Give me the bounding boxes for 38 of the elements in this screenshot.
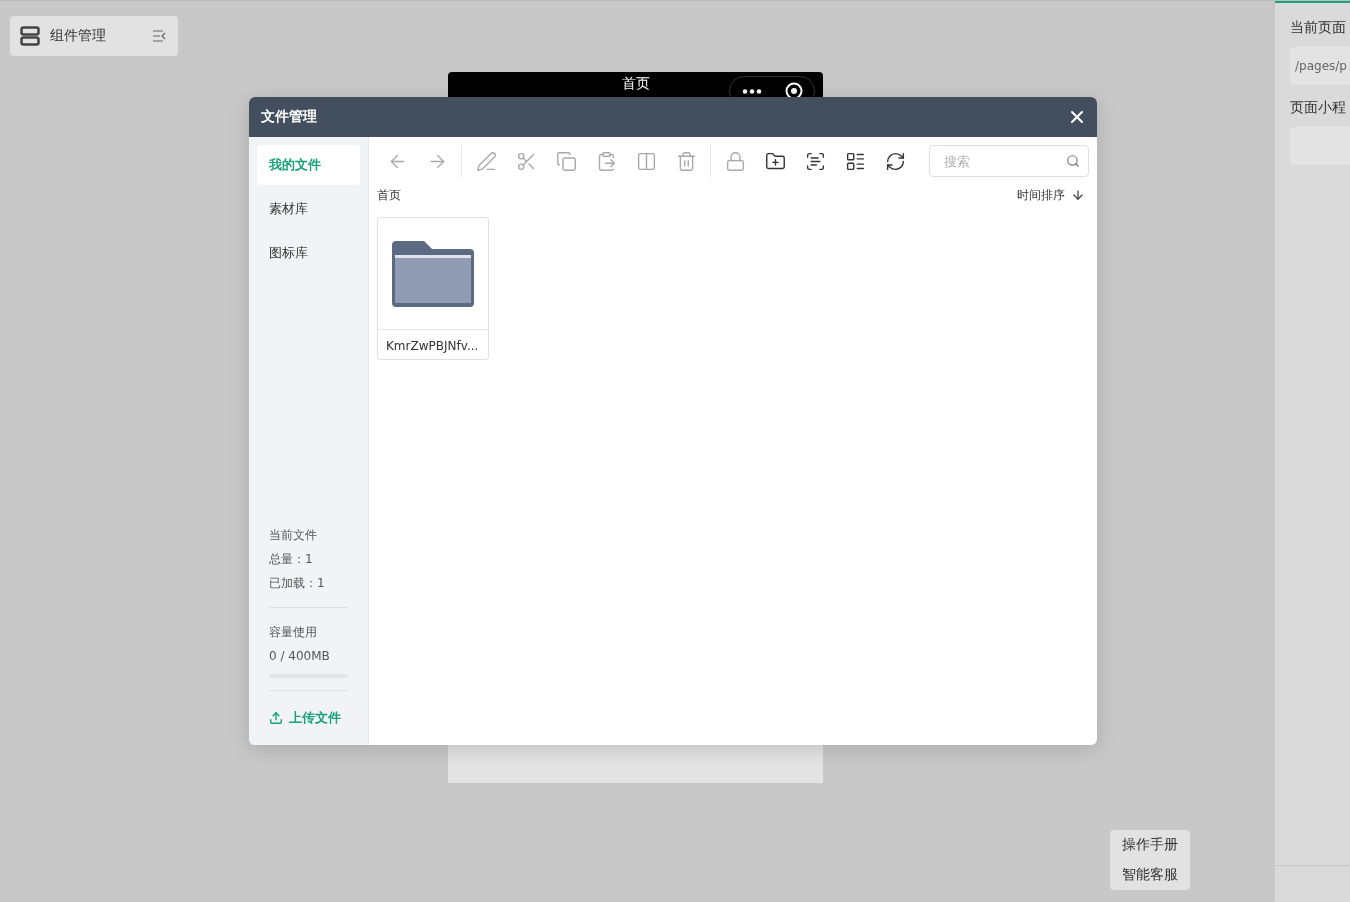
cut-icon [515,150,537,172]
lock-icon [724,150,746,172]
search-icon [1066,154,1080,168]
arrow-down-icon [1071,188,1085,202]
list-icon [844,150,866,172]
loaded-count: 已加载：1 [268,575,326,592]
panel-title: 组件管理 [50,27,107,45]
copy-icon [555,150,577,172]
folder-icon [392,240,474,307]
stats-title: 当前文件 [268,527,318,544]
rename-icon [475,150,497,172]
field-label: 当前页面 [1290,19,1347,37]
storage-reading: 0 / 400MB [268,648,331,665]
new-folder-icon [764,150,786,172]
sidebar-item[interactable]: 素材库 [257,189,360,229]
sort-button[interactable]: 时间排序 [1013,186,1089,204]
help-link[interactable]: 智能客服 [1122,866,1178,884]
record-icon [784,82,803,100]
phone-title: 首页 [621,75,650,91]
refresh-icon [884,150,906,172]
collapse-icon[interactable] [152,30,166,42]
total-count: 总量：1 [268,551,314,568]
file-name: KmrZwPBJNfv... [385,338,480,353]
upload-icon [269,711,283,725]
component-panel[interactable]: 组件管理 [10,16,178,56]
help-link[interactable]: 操作手册 [1122,836,1178,854]
more-icon [741,88,762,94]
select-all-icon [804,150,826,172]
breadcrumb[interactable]: 首页 [377,186,401,204]
layers-icon [20,26,40,46]
storage-title: 容量使用 [268,624,318,641]
file-tile[interactable]: KmrZwPBJNfv... [377,217,489,360]
sidebar-item[interactable]: 图标库 [257,233,360,273]
delete-icon [675,150,697,172]
search-field[interactable]: 搜索 [929,145,1089,177]
dialog-title: 文件管理 [261,108,317,126]
field-label: 页面小程 [1290,99,1347,117]
input-field[interactable]: /pages/p [1290,47,1350,85]
